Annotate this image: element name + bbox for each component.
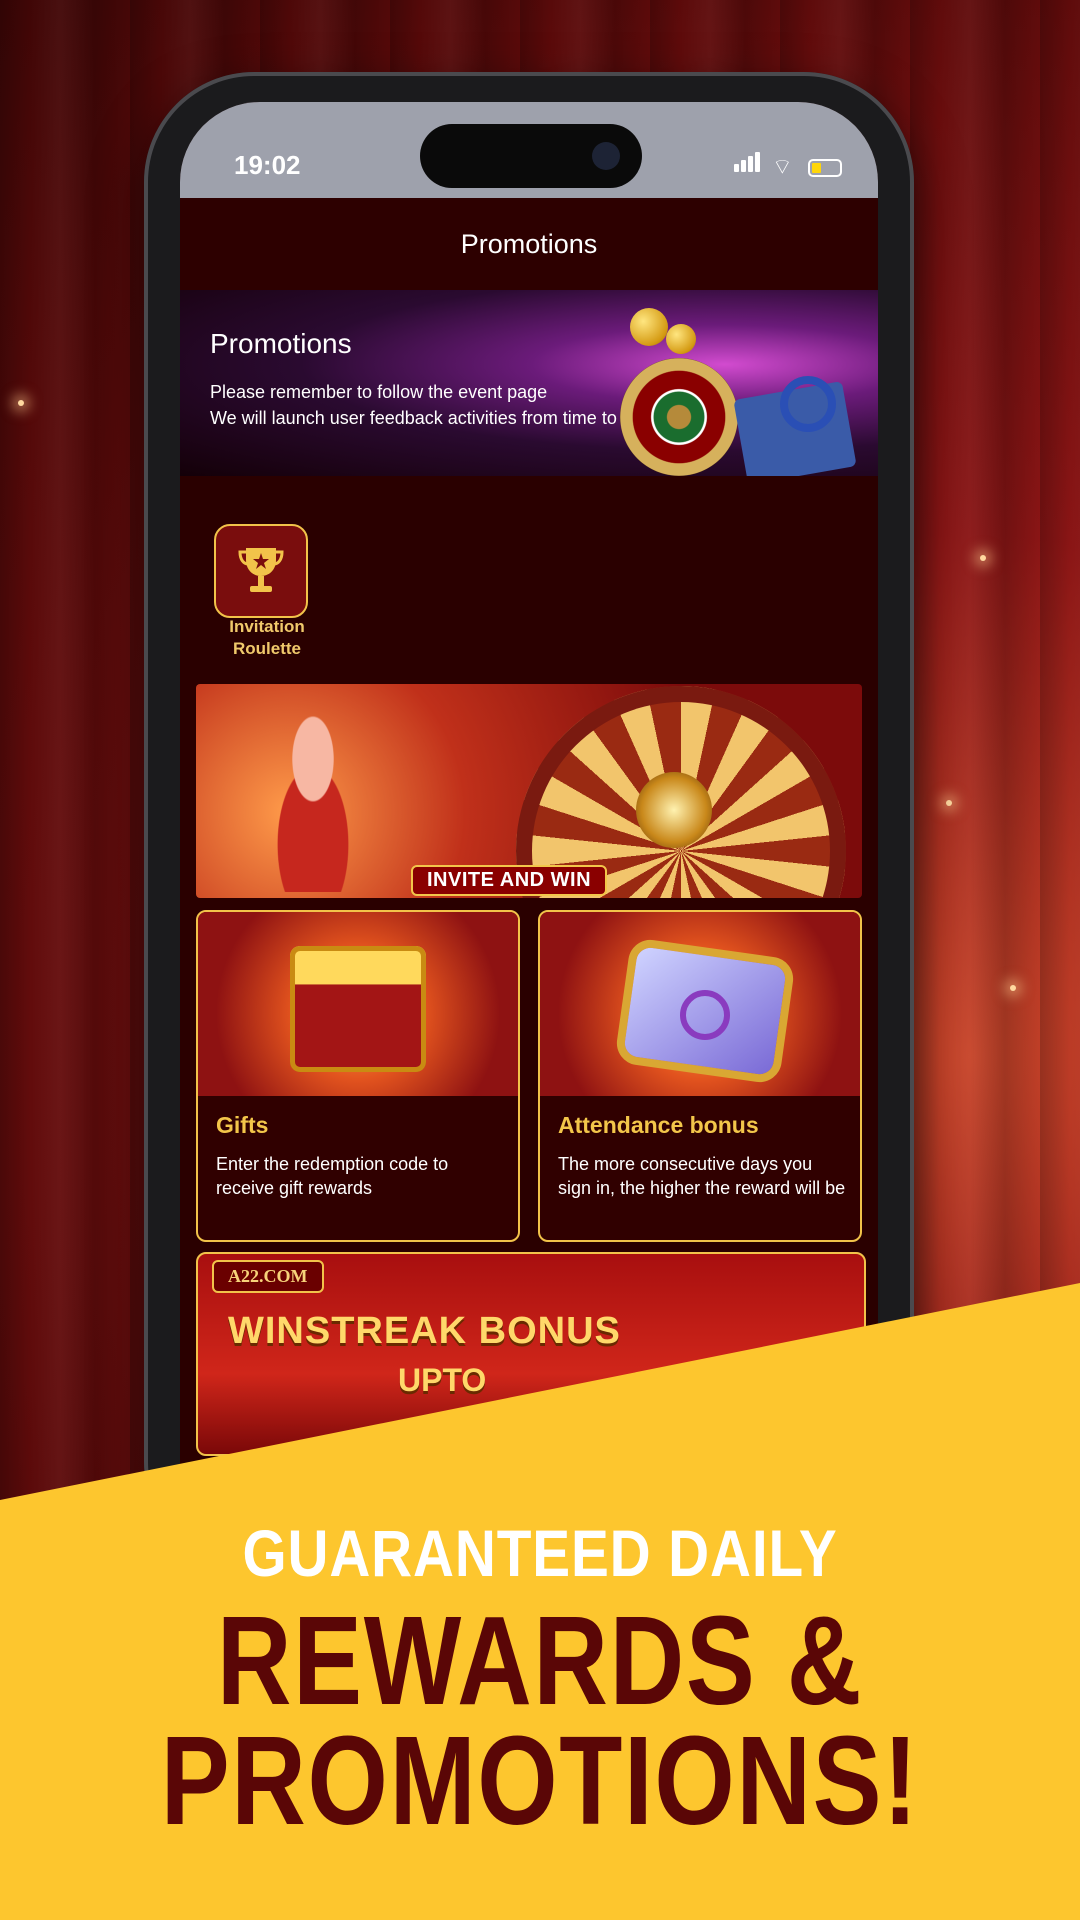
sparkle — [980, 555, 986, 561]
attendance-card-image — [540, 912, 860, 1096]
brand-logo: A22.COM — [212, 1260, 324, 1293]
check-icon — [680, 990, 730, 1040]
status-bar: 19:02 ⌔ — [180, 102, 878, 198]
roulette-image — [620, 358, 738, 476]
wheel-hub — [636, 772, 712, 848]
promo-headline-line-1: REWARDS & — [216, 1590, 864, 1731]
card-description: Enter the redemption code to receive gif… — [216, 1154, 449, 1198]
wifi-icon: ⌔ — [772, 154, 793, 179]
hero-line-1: Please remember to follow the event page — [210, 382, 548, 402]
signal-icon — [734, 152, 762, 177]
winstreak-title: WINSTREAK BONUS — [228, 1310, 621, 1352]
label-line-1: Invitation — [229, 617, 305, 636]
gifts-card[interactable]: Gifts Enter the redemption code to recei… — [196, 910, 520, 1242]
promotions-hero-banner: Promotions Please remember to follow the… — [180, 290, 878, 476]
battery-icon — [808, 159, 842, 177]
card-title: Attendance bonus — [558, 1112, 759, 1138]
camera-icon — [592, 142, 620, 170]
card-title: Gifts — [216, 1112, 269, 1138]
dynamic-island — [420, 124, 642, 188]
card-description: The more consecutive days you sign in, t… — [558, 1154, 846, 1198]
winstreak-upto: UPTO — [398, 1362, 487, 1398]
sparkle — [946, 800, 952, 806]
invite-and-win-label: INVITE AND WIN — [411, 865, 608, 896]
attendance-bonus-card[interactable]: Attendance bonus The more consecutive da… — [538, 910, 862, 1242]
coin-icon — [666, 324, 696, 354]
ribbon-image — [780, 376, 836, 432]
trophy-icon — [238, 548, 284, 592]
invite-and-win-banner[interactable]: INVITE AND WIN — [196, 684, 862, 898]
sparkle — [18, 400, 24, 406]
ganesha-image — [248, 702, 378, 892]
invitation-roulette-label[interactable]: Invitation Roulette — [202, 616, 332, 660]
status-icons: ⌔ — [734, 152, 842, 179]
invitation-roulette-button[interactable] — [214, 524, 308, 618]
hero-line-2: We will launch user feedback activities … — [210, 408, 656, 428]
treasure-chest-icon — [290, 946, 426, 1072]
status-time: 19:02 — [234, 150, 301, 180]
coin-icon — [630, 308, 668, 346]
hero-title: Promotions — [210, 328, 352, 359]
gifts-card-image — [198, 912, 518, 1096]
promo-subtitle: GUARANTEED DAILY — [242, 1516, 838, 1590]
sparkle — [1010, 985, 1016, 991]
page-title: Promotions — [180, 198, 878, 290]
promo-headline-line-2: PROMOTIONS! — [160, 1710, 920, 1851]
label-line-2: Roulette — [233, 639, 301, 658]
